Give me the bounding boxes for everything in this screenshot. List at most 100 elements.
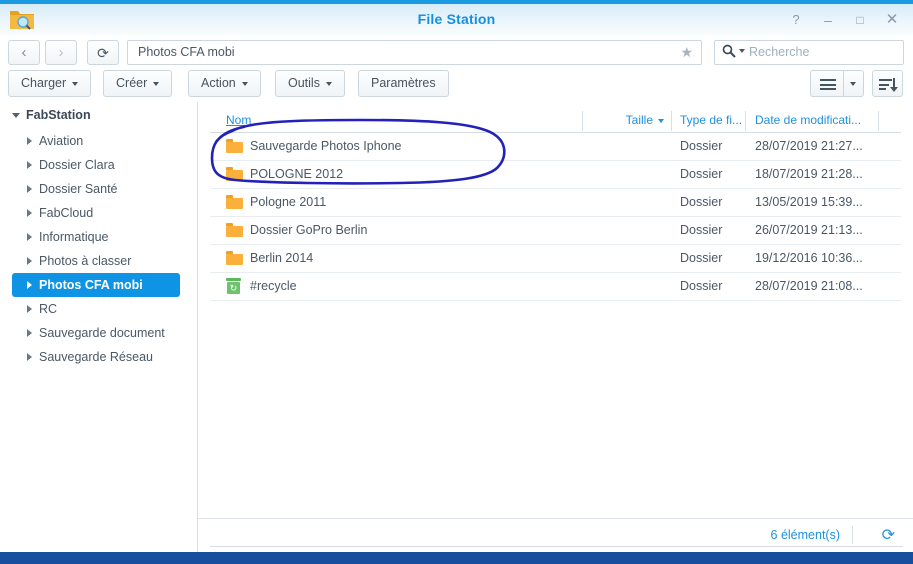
column-divider[interactable] bbox=[745, 111, 746, 131]
sidebar-item-rc[interactable]: RC bbox=[12, 297, 180, 321]
column-header-size[interactable]: Taille bbox=[594, 110, 664, 132]
toolbar: Charger Créer Action Outils Paramètres bbox=[0, 67, 913, 102]
chevron-down-icon bbox=[850, 82, 856, 86]
chevron-right-icon[interactable] bbox=[27, 161, 32, 169]
chevron-right-icon[interactable] bbox=[27, 353, 32, 361]
column-header-type[interactable]: Type de fi... bbox=[680, 110, 742, 132]
list-view-icon[interactable] bbox=[810, 70, 844, 97]
column-header-modified[interactable]: Date de modificati... bbox=[755, 110, 861, 132]
minimize-button[interactable]: – bbox=[817, 10, 839, 30]
window-title: File Station bbox=[417, 11, 496, 27]
navigation-bar: ‹ › ⟳ Photos CFA mobi ★ Recherche bbox=[0, 36, 913, 67]
chevron-right-icon[interactable] bbox=[27, 209, 32, 217]
sidebar-item-label: Informatique bbox=[39, 230, 109, 244]
column-divider[interactable] bbox=[878, 111, 879, 131]
desktop-taskbar[interactable] bbox=[0, 552, 913, 564]
star-icon[interactable]: ★ bbox=[680, 44, 693, 61]
charger-label: Charger bbox=[21, 76, 67, 90]
file-modified-date: 26/07/2019 21:13... bbox=[755, 223, 863, 237]
file-type: Dossier bbox=[680, 195, 723, 209]
view-options-dropdown[interactable] bbox=[844, 70, 864, 97]
chevron-right-icon[interactable] bbox=[27, 329, 32, 337]
file-modified-date: 28/07/2019 21:08... bbox=[755, 279, 863, 293]
sidebar-item-aviation[interactable]: Aviation bbox=[12, 129, 180, 153]
content-area: FabStation Aviation Dossier Clara Dossier … bbox=[0, 102, 913, 552]
parametres-label: Paramètres bbox=[371, 76, 436, 90]
chevron-down-icon bbox=[153, 81, 160, 86]
file-type: Dossier bbox=[680, 279, 723, 293]
chevron-right-icon[interactable] bbox=[27, 233, 32, 241]
file-name: Dossier GoPro Berlin bbox=[250, 223, 368, 237]
file-name: Pologne 2011 bbox=[250, 195, 327, 209]
column-divider[interactable] bbox=[671, 111, 672, 131]
chevron-down-icon bbox=[72, 81, 79, 86]
title-bar: File Station ? – □ ✕ bbox=[0, 0, 913, 36]
table-row[interactable]: POLOGNE 2012 Dossier 18/07/2019 21:28... bbox=[210, 161, 901, 189]
sidebar-item-photos-cfa-mobi[interactable]: Photos CFA mobi bbox=[12, 273, 180, 297]
chevron-down-icon[interactable] bbox=[739, 49, 745, 53]
file-rows: Sauvegarde Photos Iphone Dossier 28/07/201… bbox=[210, 133, 901, 301]
file-type: Dossier bbox=[680, 223, 723, 237]
sort-descending-icon[interactable] bbox=[872, 70, 903, 97]
charger-button[interactable]: Charger bbox=[8, 70, 92, 97]
action-label: Action bbox=[201, 76, 236, 90]
file-station-window: File Station ? – □ ✕ ‹ › ⟳ Photos CFA mo… bbox=[0, 0, 913, 552]
maximize-button[interactable]: □ bbox=[849, 10, 871, 30]
chevron-right-icon[interactable] bbox=[27, 185, 32, 193]
sidebar-item-fabcloud[interactable]: FabCloud bbox=[12, 201, 180, 225]
sidebar-item-label: Dossier Santé bbox=[39, 182, 118, 196]
table-row[interactable]: Pologne 2011 Dossier 13/05/2019 15:39... bbox=[210, 189, 901, 217]
search-box[interactable]: Recherche bbox=[714, 40, 904, 65]
status-separator bbox=[852, 526, 853, 544]
sidebar-item-dossier-clara[interactable]: Dossier Clara bbox=[12, 153, 180, 177]
column-divider[interactable] bbox=[582, 111, 583, 131]
close-button[interactable]: ✕ bbox=[881, 10, 903, 30]
table-row[interactable]: Berlin 2014 Dossier 19/12/2016 10:36... bbox=[210, 245, 901, 273]
sidebar-item-label: Aviation bbox=[39, 134, 84, 148]
parametres-button[interactable]: Paramètres bbox=[358, 70, 449, 97]
table-row[interactable]: Sauvegarde Photos Iphone Dossier 28/07/201… bbox=[210, 133, 901, 161]
folder-icon bbox=[226, 223, 243, 237]
address-bar[interactable]: Photos CFA mobi ★ bbox=[127, 40, 702, 65]
sidebar: FabStation Aviation Dossier Clara Dossier … bbox=[0, 102, 198, 552]
file-list-pane: Nom Taille Type de fi... Date de modific… bbox=[198, 102, 913, 552]
sidebar-item-label: Photos à classer bbox=[39, 254, 132, 268]
file-modified-date: 13/05/2019 15:39... bbox=[755, 195, 863, 209]
sidebar-item-dossier-sant[interactable]: Dossier Santé bbox=[12, 177, 180, 201]
folder-icon bbox=[226, 139, 243, 153]
sidebar-item-sauvegarde-r-seau[interactable]: Sauvegarde Réseau bbox=[12, 345, 180, 369]
search-icon bbox=[722, 44, 736, 61]
chevron-down-icon bbox=[12, 113, 20, 118]
chevron-right-icon[interactable] bbox=[27, 257, 32, 265]
sidebar-item-sauvegarde-document[interactable]: Sauvegarde document bbox=[12, 321, 180, 345]
column-header-name[interactable]: Nom bbox=[226, 110, 251, 132]
chevron-right-icon[interactable] bbox=[27, 137, 32, 145]
outils-button[interactable]: Outils bbox=[275, 70, 345, 97]
sidebar-item-label: Sauvegarde document bbox=[39, 326, 165, 340]
back-button[interactable]: ‹ bbox=[8, 40, 40, 65]
chevron-right-icon[interactable] bbox=[27, 305, 32, 313]
action-button[interactable]: Action bbox=[188, 70, 261, 97]
address-input[interactable]: Photos CFA mobi bbox=[138, 45, 235, 59]
help-button[interactable]: ? bbox=[785, 10, 807, 30]
sidebar-item-informatique[interactable]: Informatique bbox=[12, 225, 180, 249]
reload-button[interactable]: ⟳ bbox=[87, 40, 119, 65]
more-options-icon[interactable] bbox=[886, 110, 900, 132]
file-modified-date: 28/07/2019 21:27... bbox=[755, 139, 863, 153]
sidebar-root-fabstation[interactable]: FabStation bbox=[0, 102, 197, 129]
chevron-down-icon bbox=[658, 118, 664, 123]
creer-button[interactable]: Créer bbox=[103, 70, 173, 97]
search-input[interactable]: Recherche bbox=[749, 45, 809, 59]
creer-label: Créer bbox=[116, 76, 148, 90]
file-name: Sauvegarde Photos Iphone bbox=[250, 139, 402, 153]
file-type: Dossier bbox=[680, 139, 723, 153]
table-row[interactable]: Dossier GoPro Berlin Dossier 26/07/2019 21… bbox=[210, 217, 901, 245]
folder-icon bbox=[226, 167, 243, 181]
chevron-down-icon bbox=[325, 81, 332, 86]
table-row[interactable]: ↻ #recycle Dossier 28/07/2019 21:08... bbox=[210, 273, 901, 301]
refresh-icon[interactable]: ⟳ bbox=[882, 525, 895, 545]
outils-label: Outils bbox=[288, 76, 320, 90]
forward-button[interactable]: › bbox=[45, 40, 77, 65]
sidebar-item-photos-classer[interactable]: Photos à classer bbox=[12, 249, 180, 273]
chevron-right-icon[interactable] bbox=[27, 281, 32, 289]
